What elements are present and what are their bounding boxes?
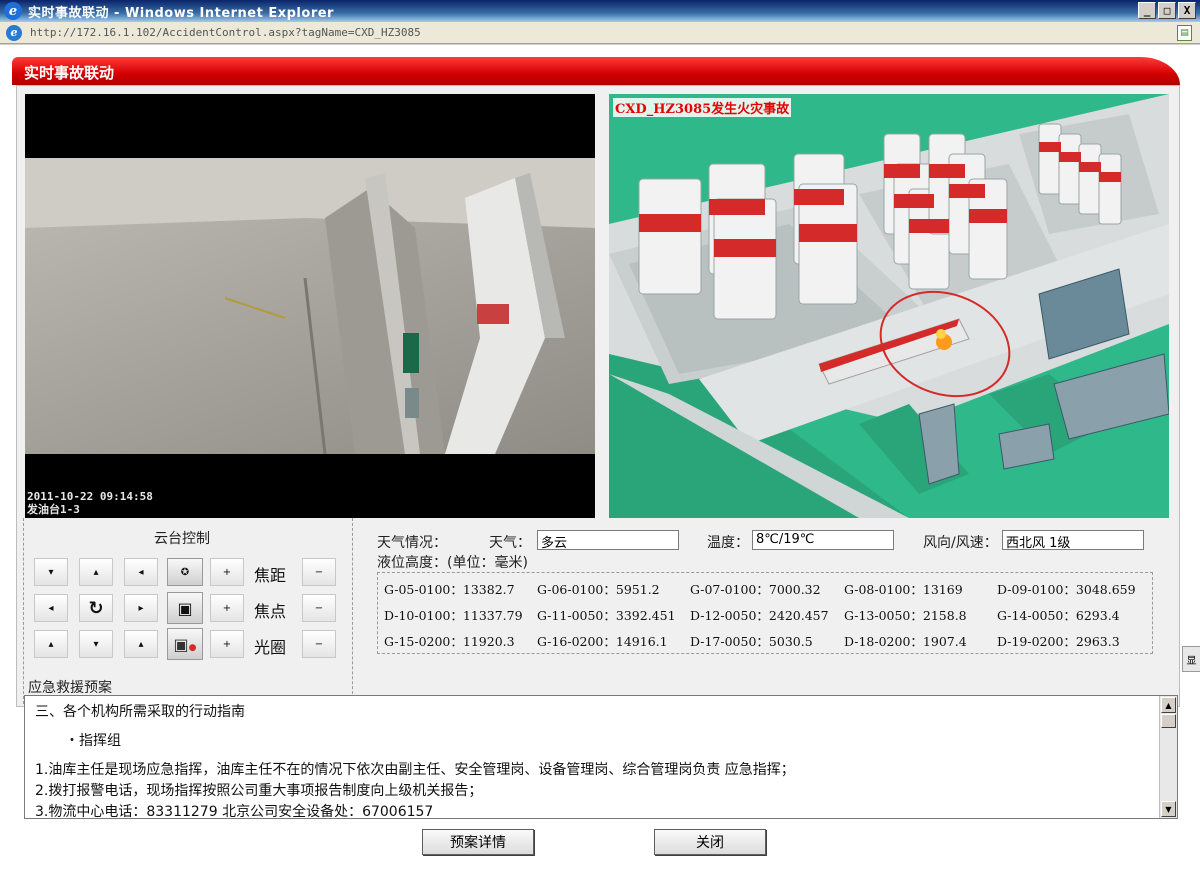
incident-label: CXD_HZ3085发生火灾事故 [613, 98, 792, 117]
video-overlay-text: 2011-10-22 09:14:58 发油台1-3 [27, 490, 153, 516]
focus-near-button[interactable]: + [210, 594, 244, 622]
level-value: G-07-0100：7000.32 [690, 582, 821, 597]
level-value: G-08-0100：13169 [844, 582, 963, 597]
weather-label: 天气： [489, 535, 531, 551]
tank-farm-illustration [609, 94, 1169, 518]
maximize-button[interactable]: □ [1158, 2, 1176, 19]
page-content: 实时事故联动 2011-10-22 09:14:58 发油台1-3 CXD_HZ… [0, 45, 1200, 878]
temperature-label: 温度： [707, 535, 749, 551]
plan-details-button[interactable]: 预案详情 [422, 829, 534, 855]
plan-title: 应急救援预案 [28, 680, 112, 696]
focal-length-label: 焦距 [254, 566, 287, 585]
video-timestamp: 2011-10-22 09:14:58 [27, 490, 153, 503]
compatibility-icon[interactable]: ▤ [1177, 25, 1192, 41]
gear-icon: ✪ [180, 566, 190, 578]
level-value: D-12-0050：2420.457 [690, 608, 829, 623]
level-value: G-16-0200：14916.1 [537, 634, 668, 649]
level-value: D-10-0100：11337.79 [384, 608, 523, 623]
scroll-up-button[interactable]: ▲ [1161, 697, 1176, 713]
pan-down-button[interactable]: ▾ [79, 630, 113, 658]
level-value: G-14-0050：6293.4 [997, 608, 1120, 623]
reset-button[interactable]: ↻ [79, 594, 113, 622]
iris-close-button[interactable]: − [302, 630, 336, 658]
level-value: D-17-0050：5030.5 [690, 634, 813, 649]
iris-open-button[interactable]: + [210, 630, 244, 658]
focus-far-button[interactable]: − [302, 594, 336, 622]
plan-text: 三、各个机构所需采取的行动指南 ・指挥组 1.油库主任是现场应急指挥，油库主任不… [25, 696, 1159, 818]
plan-textbox[interactable]: 三、各个机构所需采取的行动指南 ・指挥组 1.油库主任是现场应急指挥，油库主任不… [24, 695, 1178, 819]
liquid-level-grid: G-05-0100：13382.7 G-06-0100：5951.2 G-07-… [377, 572, 1153, 654]
level-value: D-19-0200：2963.3 [997, 634, 1120, 649]
level-value: G-05-0100：13382.7 [384, 582, 515, 597]
wind-field[interactable]: 西北风 1级 [1002, 530, 1144, 550]
page-icon: e [6, 24, 22, 41]
level-value: G-13-0050：2158.8 [844, 608, 967, 623]
camera-icon: ▣ [177, 598, 193, 618]
weather-field[interactable]: 多云 [537, 530, 679, 550]
scroll-down-button[interactable]: ▼ [1161, 801, 1176, 817]
main-panel: 2011-10-22 09:14:58 发油台1-3 CXD_HZ3085发生火… [16, 85, 1180, 707]
focus-label: 焦点 [254, 602, 287, 621]
temperature-field[interactable]: 8℃/19℃ [752, 530, 894, 550]
weather-section-label: 天气情况： [377, 535, 447, 551]
zoom-out-button[interactable]: − [302, 558, 336, 586]
ptz-title: 云台控制 [154, 531, 210, 547]
pan-left-button[interactable]: ◂ [34, 594, 68, 622]
iris-label: 光圈 [254, 638, 287, 657]
plan-line: 三、各个机构所需采取的行动指南 [35, 704, 245, 720]
refresh-icon: ↻ [88, 597, 104, 619]
header-bar: 实时事故联动 [12, 57, 1180, 85]
video-camera-name: 发油台1-3 [27, 503, 80, 516]
scroll-thumb[interactable] [1161, 714, 1176, 728]
level-value: D-18-0200：1907.4 [844, 634, 967, 649]
plan-scrollbar[interactable]: ▲ ▼ [1159, 696, 1177, 818]
stop-record-button[interactable]: ▣● [167, 628, 203, 660]
info-panel: 天气情况： 天气： 多云 温度： 8℃/19℃ 风向/风速： 西北风 1级 液位… [357, 518, 1177, 704]
camera-scene-image [25, 158, 595, 454]
plan-line: 2.拨打报警电话，现场指挥按照公司重大事项报告制度向上级机关报告； [35, 783, 483, 799]
url-text[interactable]: http://172.16.1.102/AccidentControl.aspx… [30, 26, 421, 39]
pan-down-right-button[interactable]: ▴ [124, 630, 158, 658]
pan-up-left-button[interactable]: ▾ [34, 558, 68, 586]
site-3d-map[interactable]: CXD_HZ3085发生火灾事故 [609, 94, 1169, 518]
side-tab[interactable]: 显 [1182, 646, 1200, 672]
record-button[interactable]: ▣ [167, 592, 203, 624]
level-value: G-15-0200：11920.3 [384, 634, 515, 649]
pan-right-button[interactable]: ▸ [124, 594, 158, 622]
ie-logo-icon: e [4, 2, 22, 20]
page-title: 实时事故联动 [24, 64, 115, 82]
minimize-button[interactable]: _ [1138, 2, 1156, 19]
wind-label: 风向/风速： [923, 535, 998, 551]
plan-line: 3.物流中心电话：83311279 北京公司安全设备处：67006157 [35, 804, 434, 819]
pan-up-right-button[interactable]: ◂ [124, 558, 158, 586]
camera-video-feed[interactable]: 2011-10-22 09:14:58 发油台1-3 [25, 94, 595, 518]
close-window-button[interactable]: X [1178, 2, 1196, 19]
zoom-in-button[interactable]: + [210, 558, 244, 586]
level-value: G-06-0100：5951.2 [537, 582, 660, 597]
pan-down-left-button[interactable]: ▴ [34, 630, 68, 658]
level-value: D-09-0100：3048.659 [997, 582, 1136, 597]
plan-line: 1.油库主任是现场应急指挥，油库主任不在的情况下依次由副主任、安全管理岗、设备管… [35, 762, 795, 778]
address-bar: e http://172.16.1.102/AccidentControl.as… [0, 22, 1200, 44]
liquid-level-title: 液位高度：(单位：毫米) [377, 555, 528, 571]
window-title-bar: e 实时事故联动 - Windows Internet Explorer _ □… [0, 0, 1200, 22]
plan-line: ・指挥组 [65, 733, 121, 749]
auto-scan-button[interactable]: ✪ [167, 558, 203, 586]
close-button[interactable]: 关闭 [654, 829, 766, 855]
pan-up-button[interactable]: ▴ [79, 558, 113, 586]
window-title: 实时事故联动 - Windows Internet Explorer [28, 5, 334, 21]
level-value: G-11-0050：3392.451 [537, 608, 676, 623]
camera-stop-icon: ▣● [173, 634, 197, 654]
